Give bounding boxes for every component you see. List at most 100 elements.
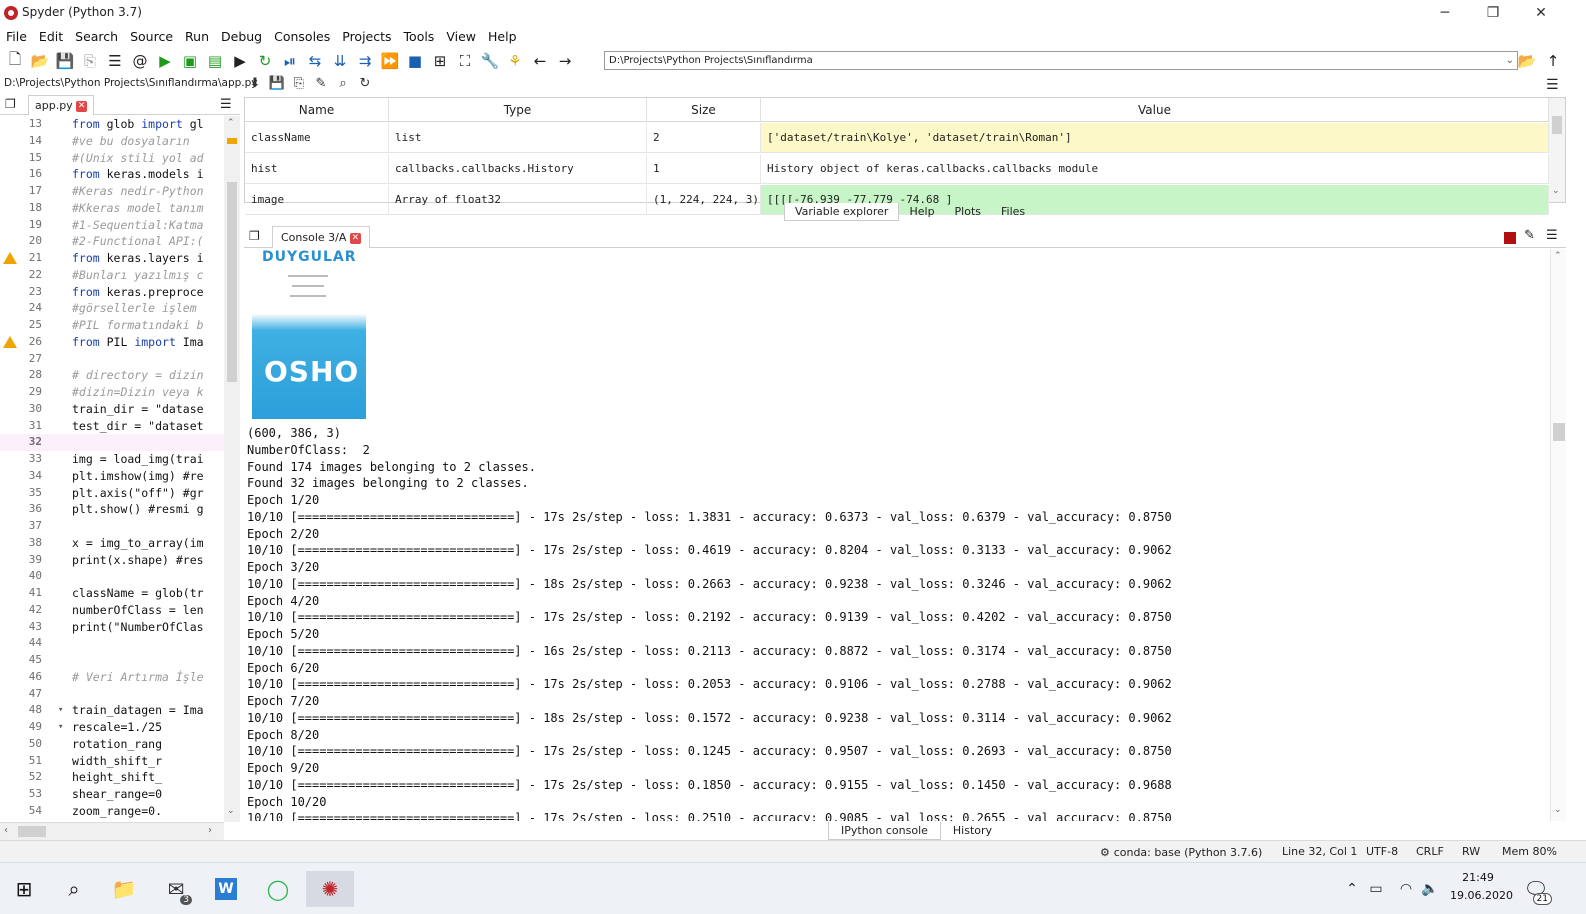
close-icon[interactable]: ✕ <box>349 232 361 244</box>
preferences-icon[interactable]: 🔧 <box>479 50 501 72</box>
editor-line[interactable]: 51 width_shift_r <box>0 753 224 770</box>
parent-directory-icon[interactable]: ↑ <box>1542 50 1564 72</box>
editor-line[interactable]: 53 shear_range=0 <box>0 786 224 803</box>
editor-line[interactable]: 45 <box>0 652 224 669</box>
stop-kernel-icon[interactable] <box>1504 232 1516 244</box>
tab-console[interactable]: Console 3/A ✕ <box>272 226 370 248</box>
column-header-size[interactable]: Size <box>647 98 761 122</box>
menu-tools[interactable]: Tools <box>404 29 435 44</box>
fold-icon[interactable]: ▾ <box>58 719 63 736</box>
menu-file[interactable]: File <box>6 29 27 44</box>
browse-folder-icon[interactable]: 📂 <box>1516 50 1538 72</box>
step-icon[interactable]: ⇆ <box>304 50 326 72</box>
editor-vertical-scrollbar[interactable]: ⌃ ⌄ <box>224 116 240 822</box>
stop-icon[interactable]: ■ <box>404 50 426 72</box>
scroll-thumb[interactable] <box>227 182 237 382</box>
windows-start-icon[interactable]: ⊞ <box>4 871 44 907</box>
clock[interactable]: 21:49 19.06.2020 <box>1450 869 1513 905</box>
menu-edit[interactable]: Edit <box>39 29 63 44</box>
tab-variable-explorer[interactable]: Variable explorer <box>784 203 900 221</box>
editor-line[interactable]: 15 #(Unix stili yol ad <box>0 150 224 167</box>
python-path-icon[interactable]: ⚘ <box>504 50 526 72</box>
variable-explorer-table[interactable]: Name Type Size Value className list 2 ['dat… <box>244 97 1566 215</box>
variable-type-cell[interactable]: list <box>389 123 647 153</box>
editor-line[interactable]: 43 print("NumberOfClas <box>0 619 224 636</box>
editor-line[interactable]: 39 print(x.shape) #res <box>0 552 224 569</box>
menu-view[interactable]: View <box>446 29 476 44</box>
editor-line[interactable]: 47 <box>0 686 224 703</box>
tab-ipython-console[interactable]: IPython console <box>828 822 941 840</box>
save-as-icon[interactable]: ⎘ <box>290 76 308 91</box>
editor-line[interactable]: 40 <box>0 568 224 585</box>
working-directory-combobox[interactable]: D:\Projects\Python Projects\Sınıflandırm… <box>604 51 1518 70</box>
spyder-taskbar-icon[interactable]: ✺ <box>306 871 354 907</box>
options-menu-icon[interactable]: ☰ <box>1546 77 1559 93</box>
variable-type-cell[interactable]: callbacks.callbacks.History <box>389 154 647 184</box>
step-return-icon[interactable]: ⇉ <box>354 50 376 72</box>
editor-line[interactable]: 42 numberOfClass = len <box>0 602 224 619</box>
menu-projects[interactable]: Projects <box>342 29 391 44</box>
search-icon[interactable]: ⌕ <box>54 871 94 907</box>
menu-run[interactable]: Run <box>185 29 209 44</box>
search-icon[interactable]: ⌕ <box>334 76 352 91</box>
editor-line[interactable]: 24 #görsellerle işlem <box>0 300 224 317</box>
editor-line[interactable]: 37 <box>0 518 224 535</box>
variable-size-cell[interactable]: 2 <box>647 123 761 153</box>
chevron-right-icon[interactable]: › <box>208 825 212 836</box>
editor-line[interactable]: 44 <box>0 635 224 652</box>
variable-name-cell[interactable]: className <box>245 123 389 153</box>
variable-type-cell[interactable]: Array of float32 <box>389 185 647 215</box>
editor-line[interactable]: 18 #Kkeras model tanım <box>0 200 224 217</box>
close-window-button[interactable]: ✕ <box>1518 0 1564 26</box>
browse-tabs-icon[interactable]: ❐ <box>5 97 16 111</box>
variable-name-cell[interactable]: hist <box>245 154 389 184</box>
run-cell-advance-icon[interactable]: ▤ <box>204 50 226 72</box>
browse-tabs-icon[interactable]: ❐ <box>249 229 260 243</box>
menu-debug[interactable]: Debug <box>221 29 262 44</box>
notifications-icon[interactable]: 🗨 21 <box>1516 871 1556 907</box>
editor-horizontal-scrollbar[interactable]: ‹ › <box>0 822 224 840</box>
editor-line[interactable]: 35 plt.axis("off") #gr <box>0 485 224 502</box>
wifi-icon[interactable]: ◠ <box>1394 871 1418 907</box>
chevron-up-icon[interactable]: ⌃ <box>1340 871 1364 907</box>
editor-line[interactable]: 54 zoom_range=0. <box>0 803 224 820</box>
editor-line[interactable]: 22 #Bunları yazılmış c <box>0 267 224 284</box>
editor-line[interactable]: 26 from PIL import Ima <box>0 334 224 351</box>
ipython-console[interactable]: DUYGULAR OSHO (600, 386, 3) NumberOfClass… <box>244 249 1550 821</box>
column-header-value[interactable]: Value <box>761 98 1549 122</box>
editor-line[interactable]: 34 plt.imshow(img) #re <box>0 468 224 485</box>
new-file-icon[interactable]: 🗋 <box>4 50 26 72</box>
variable-value-cell[interactable]: ['dataset/train\Kolye', 'dataset/train\R… <box>761 123 1549 153</box>
chevron-down-icon[interactable]: ⌄ <box>1554 805 1562 815</box>
editor-line[interactable]: 32 <box>0 434 224 451</box>
editor-line[interactable]: 52 height_shift_ <box>0 769 224 786</box>
fullscreen-icon[interactable]: ⛶ <box>454 50 476 72</box>
tab-history[interactable]: History <box>941 822 1004 840</box>
close-icon[interactable]: ✕ <box>76 100 88 112</box>
browse-tabs-icon[interactable]: ☰ <box>104 50 126 72</box>
run-cell-icon[interactable]: ▣ <box>179 50 201 72</box>
chevron-left-icon[interactable]: ‹ <box>4 825 8 836</box>
editor-line[interactable]: 50 rotation_rang <box>0 736 224 753</box>
warning-icon[interactable] <box>3 252 17 264</box>
editor-line[interactable]: 16 from keras.models i <box>0 166 224 183</box>
editor-line[interactable]: 36 plt.show() #resmi g <box>0 501 224 518</box>
minimize-button[interactable]: ─ <box>1422 0 1468 26</box>
editor-line[interactable]: 29 #dizin=Dizin veya k <box>0 384 224 401</box>
editor-line[interactable]: 38 x = img_to_array(im <box>0 535 224 552</box>
editor-line[interactable]: 21 from keras.layers i <box>0 250 224 267</box>
console-options-icon[interactable]: ☰ <box>1546 228 1558 243</box>
refresh-icon[interactable]: ↻ <box>356 76 374 91</box>
menu-help[interactable]: Help <box>488 29 517 44</box>
tab-help[interactable]: Help <box>899 203 944 221</box>
editor-line[interactable]: 49 ▾ rescale=1./25 <box>0 719 224 736</box>
tab-app-py[interactable]: app.py ✕ <box>28 95 95 115</box>
editor-line[interactable]: 41 className = glob(tr <box>0 585 224 602</box>
file-explorer-icon[interactable]: 📁 <box>104 871 144 907</box>
variable-size-cell[interactable]: (1, 224, 224, 3) <box>647 185 761 215</box>
column-header-type[interactable]: Type <box>389 98 647 122</box>
editor-line[interactable]: 13 from glob import gl <box>0 116 224 133</box>
chevron-up-icon[interactable]: ⌃ <box>227 118 235 128</box>
console-scrollbar[interactable]: ⌃ ⌄ <box>1550 249 1566 821</box>
editor-line[interactable]: 48 ▾ train_datagen = Ima <box>0 702 224 719</box>
